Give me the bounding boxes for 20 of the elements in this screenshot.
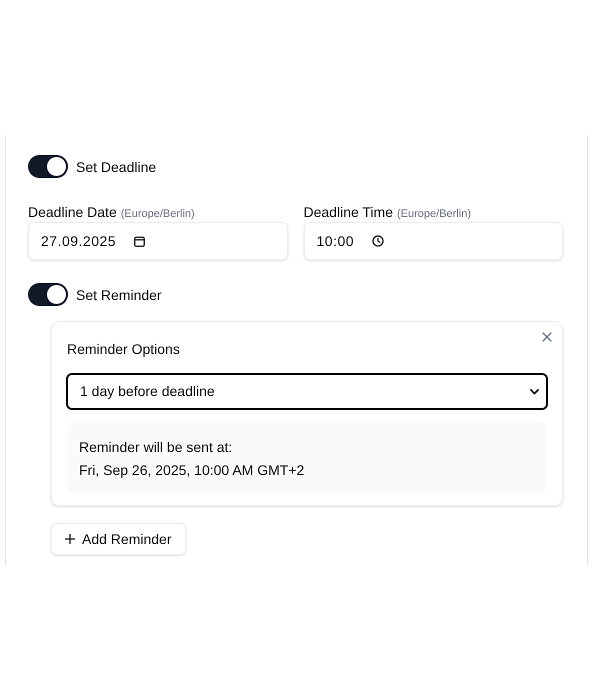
toggle-switch[interactable] [28, 155, 68, 178]
chevron-down-icon [530, 388, 539, 394]
close-icon[interactable] [542, 332, 552, 342]
calendar-icon[interactable] [134, 236, 146, 246]
add-reminder-button[interactable]: Add Reminder [51, 523, 186, 555]
toggle-label: Set Deadline [76, 158, 156, 176]
card-title: Reminder Options [66, 340, 181, 359]
preview-label: Reminder will be sent at: [79, 438, 234, 457]
timezone-label: (Europe/Berlin) [397, 207, 471, 222]
timezone-label: (Europe/Berlin) [120, 207, 195, 222]
field-label: Deadline Time [304, 203, 393, 221]
time-field[interactable]: 10:00 [304, 222, 563, 260]
toggle-switch[interactable] [28, 283, 68, 306]
clock-icon[interactable] [372, 235, 384, 247]
preview-datetime: Fri, Sep 26, 2025, 10:00 AM GMT+2 [79, 461, 306, 480]
field-label: Deadline Date [28, 203, 117, 221]
reminder-select[interactable]: 1 day before deadline [66, 373, 548, 410]
plus-icon [65, 534, 75, 544]
toggle-label: Set Reminder [76, 286, 162, 304]
date-field[interactable]: 27.09.2025 [28, 222, 288, 260]
